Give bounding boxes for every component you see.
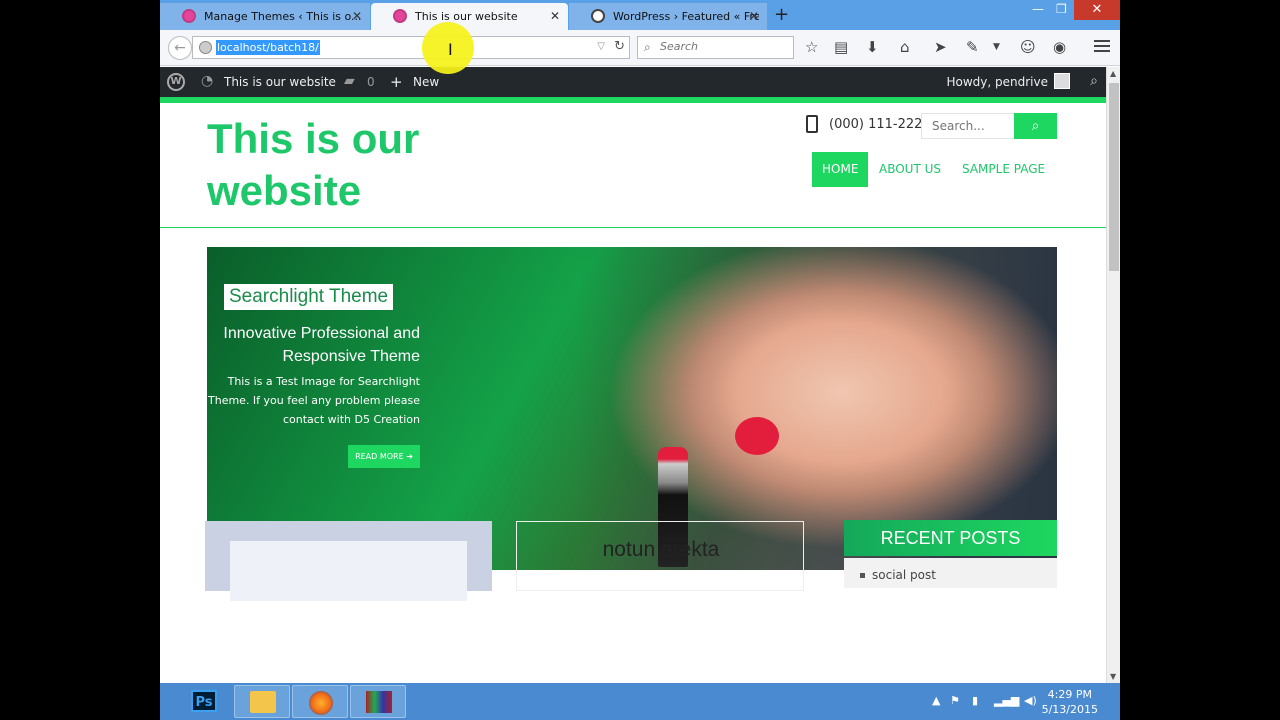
wp-admin-bar: W ◔ This is our website ▰ 0 + New Howdy,… <box>160 67 1106 97</box>
search-icon: ⌕ <box>1031 118 1040 134</box>
reading-list-icon[interactable]: ▤ <box>834 38 848 56</box>
system-clock[interactable]: 4:29 PM 5/13/2015 <box>1042 687 1098 717</box>
top-accent-line <box>160 97 1106 103</box>
close-icon[interactable]: ✕ <box>550 9 560 23</box>
comment-icon[interactable]: ▰ <box>344 73 355 89</box>
minimize-icon[interactable]: — <box>1032 2 1044 16</box>
tab-strip: Manage Themes ‹ This is o... ✕ This is o… <box>160 0 1120 30</box>
tab-label: This is our website <box>415 10 518 23</box>
wp-favicon-icon <box>393 9 407 23</box>
taskbar-winrar[interactable] <box>350 685 406 718</box>
browser-search-input[interactable] <box>660 40 790 53</box>
plus-icon[interactable]: + <box>390 73 403 91</box>
chat-icon[interactable]: ☺ <box>1020 38 1036 56</box>
firefox-icon <box>309 691 333 715</box>
history-dropdown-icon[interactable]: ▽ <box>597 41 605 52</box>
url-bar[interactable]: localhost/batch18/ ▽ ↻ <box>192 36 630 59</box>
tab-label: Manage Themes ‹ This is o... <box>204 10 362 23</box>
folder-icon <box>250 691 276 713</box>
avatar[interactable] <box>1054 73 1070 89</box>
arrow-right-icon: ➔ <box>406 452 413 461</box>
eyedropper-icon[interactable]: ✎ <box>966 38 979 56</box>
scroll-down-icon[interactable]: ▼ <box>1110 672 1116 681</box>
menu-hamburger-icon[interactable] <box>1094 40 1110 55</box>
clock-time: 4:29 PM <box>1047 688 1092 701</box>
recent-post-link[interactable]: social post <box>844 558 1057 588</box>
close-icon[interactable]: ✕ <box>352 9 362 23</box>
signal-icon[interactable]: ▂▄▆ <box>994 694 1019 707</box>
clock-date: 5/13/2015 <box>1041 703 1098 716</box>
browser-search-box[interactable]: ⌕ <box>637 36 794 59</box>
post-card[interactable]: notun arekta <box>516 521 804 591</box>
site-search-box[interactable] <box>921 113 1016 139</box>
site-title[interactable]: This is our website <box>207 113 467 217</box>
navigation-bar: ← localhost/batch18/ ▽ ↻ ⌕ ☆ ▤ ⬇ ⌂ ➤ ✎ ▼… <box>160 30 1120 66</box>
search-icon: ⌕ <box>644 40 651 54</box>
send-icon[interactable]: ➤ <box>934 38 947 56</box>
dashboard-icon[interactable]: ◔ <box>201 73 213 89</box>
scroll-up-icon[interactable]: ▲ <box>1110 69 1116 78</box>
site-search-button[interactable]: ⌕ <box>1014 113 1057 139</box>
comments-count[interactable]: 0 <box>367 75 375 89</box>
chevron-down-icon[interactable]: ▼ <box>993 42 1000 52</box>
slide-title: Searchlight Theme <box>224 284 394 310</box>
new-tab-button[interactable]: + <box>774 4 789 25</box>
home-icon[interactable]: ⌂ <box>900 38 910 56</box>
screen: Manage Themes ‹ This is o... ✕ This is o… <box>160 0 1120 720</box>
tray-expand-icon[interactable]: ▲ <box>932 694 940 707</box>
wordpress-logo-icon[interactable]: W <box>167 73 185 91</box>
tab-our-website[interactable]: This is our website ✕ <box>371 3 568 30</box>
tab-manage-themes[interactable]: Manage Themes ‹ This is o... ✕ <box>160 3 370 30</box>
post-thumbnail[interactable] <box>205 521 492 601</box>
restore-icon[interactable]: ❐ <box>1056 2 1067 16</box>
header-divider <box>160 227 1106 228</box>
admin-site-name[interactable]: This is our website <box>224 75 336 89</box>
phone-icon <box>806 115 818 133</box>
post-title[interactable]: notun arekta <box>517 538 805 562</box>
taskbar-file-explorer[interactable] <box>234 685 290 718</box>
back-arrow-icon[interactable]: ← <box>168 36 192 60</box>
close-icon[interactable]: ✕ <box>749 9 759 23</box>
bookmark-star-icon[interactable]: ☆ <box>805 38 818 56</box>
slide-body: This is a Test Image for Searchlight The… <box>208 375 420 426</box>
window-close-button[interactable]: ✕ <box>1074 0 1120 20</box>
recent-posts-heading: RECENT POSTS <box>844 520 1057 556</box>
phone-number: (000) 111-222 <box>829 117 923 132</box>
thumbnail-image <box>230 541 467 601</box>
extension-icon[interactable]: ◉ <box>1053 38 1066 56</box>
windows-taskbar: Ps ▲ ⚑ ▮ ▂▄▆ ◀) 4:29 PM 5/13/2015 <box>160 683 1120 720</box>
scrollbar-thumb[interactable] <box>1109 83 1119 271</box>
new-content-link[interactable]: New <box>413 75 439 89</box>
text-cursor-icon: I <box>448 40 453 59</box>
tab-wordpress-featured[interactable]: WordPress › Featured « Fre... ✕ <box>569 3 767 30</box>
reload-icon[interactable]: ↻ <box>614 39 625 54</box>
battery-icon[interactable]: ▮ <box>972 694 978 707</box>
site-search-input[interactable] <box>922 114 1012 138</box>
page-scrollbar[interactable]: ▲ ▼ <box>1106 67 1120 683</box>
menu-about-us[interactable]: ABOUT US <box>869 152 951 187</box>
search-icon[interactable]: ⌕ <box>1090 73 1098 89</box>
read-more-button[interactable]: READ MORE ➔ <box>348 445 420 468</box>
download-icon[interactable]: ⬇ <box>866 38 879 56</box>
howdy-account[interactable]: Howdy, pendrive <box>946 75 1048 89</box>
menu-sample-page[interactable]: SAMPLE PAGE <box>952 152 1055 187</box>
slide-subtitle: Innovative Professional and Responsive T… <box>223 325 420 365</box>
site-identity-icon[interactable] <box>199 41 212 54</box>
menu-home[interactable]: HOME <box>812 152 869 187</box>
action-center-icon[interactable]: ⚑ <box>950 694 960 707</box>
taskbar-firefox[interactable] <box>292 685 348 718</box>
winrar-icon <box>366 691 392 713</box>
tab-label: WordPress › Featured « Fre... <box>613 10 759 23</box>
cursor-highlight: I <box>422 22 474 74</box>
taskbar-photoshop[interactable]: Ps <box>176 685 232 718</box>
read-more-label: READ MORE <box>355 452 404 461</box>
url-text[interactable]: localhost/batch18/ <box>216 40 320 55</box>
photoshop-icon: Ps <box>191 690 217 712</box>
volume-icon[interactable]: ◀) <box>1024 694 1037 707</box>
wp-favicon-icon <box>182 9 196 23</box>
wordpress-icon <box>591 9 605 23</box>
slider-photo-detail <box>735 417 779 455</box>
